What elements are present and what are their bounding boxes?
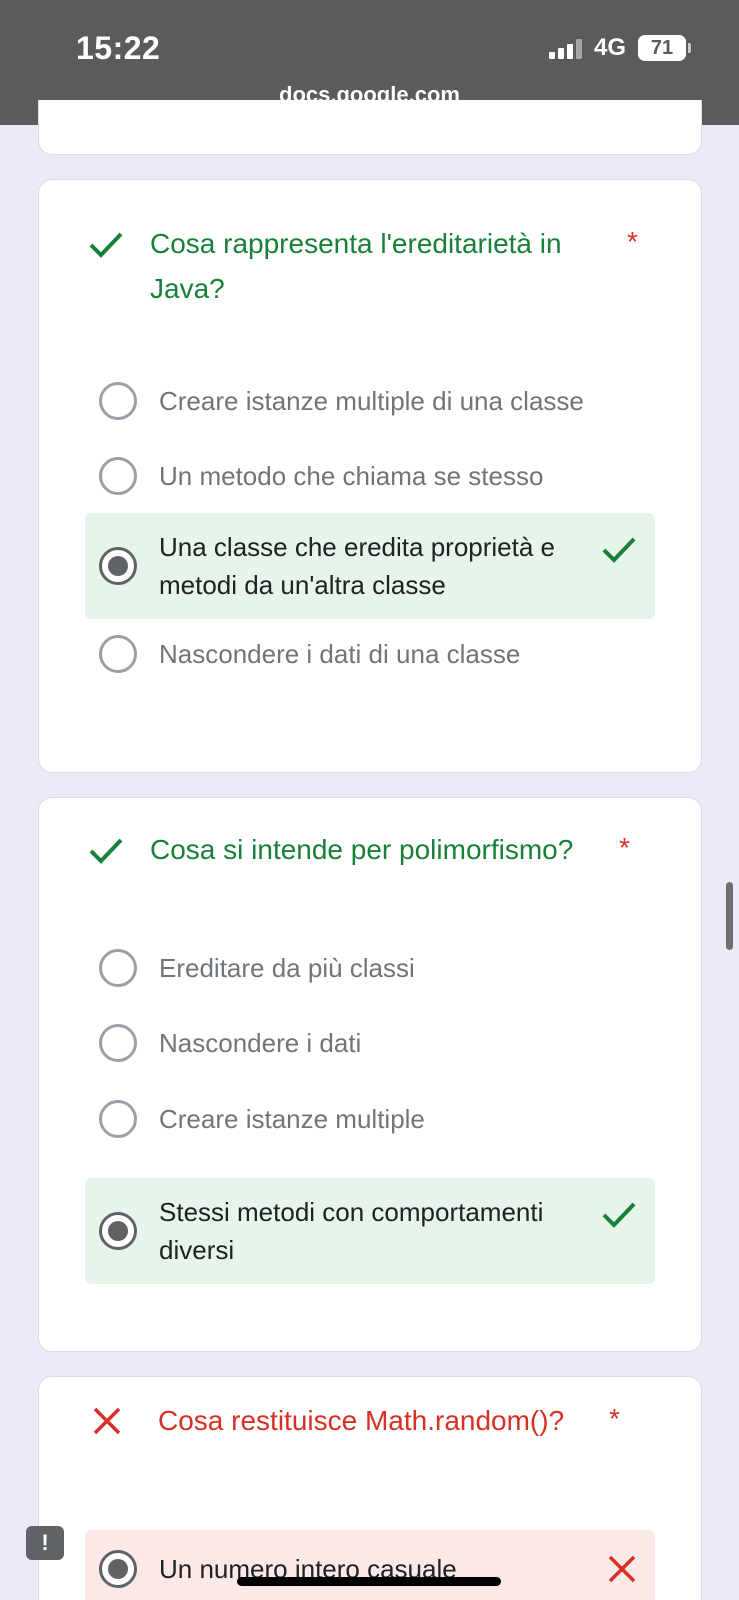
- required-asterisk: *: [619, 832, 630, 863]
- check-icon: [602, 537, 636, 563]
- radio-button[interactable]: [99, 949, 137, 987]
- check-icon: [89, 232, 123, 258]
- option-label: Una classe che eredita proprietà e metod…: [159, 532, 556, 600]
- previous-question-card: [38, 100, 702, 155]
- check-icon: [89, 838, 123, 864]
- question-card: Cosa si intende per polimorfismo? * Ered…: [38, 797, 702, 1352]
- radio-button[interactable]: [99, 457, 137, 495]
- option-radio[interactable]: Ereditare da più classi: [85, 947, 655, 989]
- required-asterisk: *: [609, 1403, 620, 1434]
- question-card: Cosa rappresenta l'ereditarietà in Java?…: [38, 179, 702, 773]
- option-label: Stessi metodi con comportamenti diversi: [159, 1197, 544, 1265]
- status-time: 15:22: [76, 30, 161, 66]
- option-radio-selected[interactable]: Una classe che eredita proprietà e metod…: [85, 513, 655, 619]
- radio-button[interactable]: [99, 635, 137, 673]
- option-radio[interactable]: Un metodo che chiama se stesso: [85, 455, 655, 497]
- option-label: Creare istanze multiple di una classe: [159, 386, 584, 416]
- battery-level: 71: [638, 35, 686, 61]
- cross-icon: [93, 1407, 121, 1435]
- radio-button[interactable]: [99, 382, 137, 420]
- question-title: Cosa restituisce Math.random()?: [158, 1405, 565, 1436]
- radio-button-selected[interactable]: [99, 547, 137, 585]
- network-type: 4G: [593, 34, 626, 61]
- feedback-button[interactable]: !: [26, 1526, 64, 1560]
- option-radio[interactable]: Nascondere i dati: [85, 1022, 655, 1064]
- option-label: Ereditare da più classi: [159, 953, 415, 983]
- check-icon: [602, 1202, 636, 1228]
- option-radio-selected[interactable]: Stessi metodi con comportamenti diversi: [85, 1178, 655, 1284]
- status-indicators: 4G 71: [548, 34, 691, 62]
- battery-icon: 71: [638, 35, 691, 61]
- radio-button-selected[interactable]: [99, 1212, 137, 1250]
- signal-icon: [548, 37, 582, 59]
- home-indicator[interactable]: [237, 1577, 501, 1586]
- question-card: Cosa restituisce Math.random()? * Un num…: [38, 1376, 702, 1600]
- option-label: Nascondere i dati: [159, 1028, 362, 1058]
- required-asterisk: *: [627, 226, 638, 257]
- cross-icon: [608, 1555, 636, 1583]
- option-radio-selected[interactable]: Un numero intero casuale: [85, 1530, 655, 1600]
- option-radio[interactable]: Creare istanze multiple di una classe: [85, 380, 655, 422]
- option-label: Un metodo che chiama se stesso: [159, 461, 544, 491]
- scrollbar-thumb[interactable]: [726, 882, 733, 950]
- question-title: Cosa si intende per polimorfismo?: [150, 834, 574, 865]
- option-radio[interactable]: Nascondere i dati di una classe: [85, 633, 655, 675]
- option-label: Creare istanze multiple: [159, 1104, 425, 1134]
- option-label: Nascondere i dati di una classe: [159, 639, 521, 669]
- radio-button[interactable]: [99, 1100, 137, 1138]
- radio-button[interactable]: [99, 1024, 137, 1062]
- question-title: Cosa rappresenta l'ereditarietà in Java?: [150, 228, 562, 304]
- option-radio[interactable]: Creare istanze multiple: [85, 1098, 655, 1140]
- radio-button-selected[interactable]: [99, 1550, 137, 1588]
